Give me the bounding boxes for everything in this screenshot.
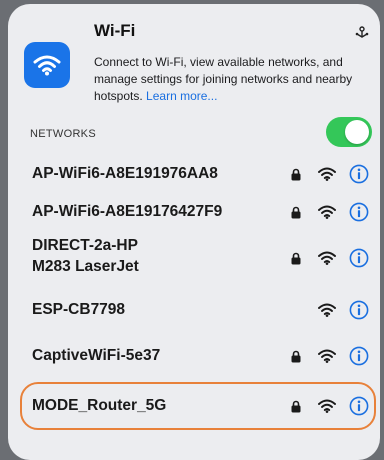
wifi-app-icon <box>24 42 70 88</box>
network-name: ESP-CB7798 <box>32 301 126 318</box>
wifi-signal-icon <box>318 349 336 363</box>
lock-icon <box>291 206 301 219</box>
lock-icon <box>291 400 301 413</box>
info-icon[interactable] <box>349 346 369 366</box>
settings-icon[interactable] <box>354 25 370 41</box>
network-name: MODE_Router_5G <box>32 397 167 414</box>
description-text: Connect to Wi-Fi, view available network… <box>94 55 353 103</box>
network-row[interactable]: ESP-CB7798 <box>8 290 380 334</box>
info-icon[interactable] <box>349 300 369 320</box>
network-row[interactable]: AP-WiFi6-A8E191976AA8 <box>8 154 380 194</box>
wifi-signal-icon <box>318 205 336 219</box>
info-icon[interactable] <box>349 202 369 222</box>
info-icon[interactable] <box>349 164 369 184</box>
wifi-signal-icon <box>318 399 336 413</box>
info-icon[interactable] <box>349 248 369 268</box>
network-name: DIRECT-2a-HP <box>32 237 138 254</box>
wifi-signal-icon <box>318 251 336 265</box>
network-name-line2: M283 LaserJet <box>32 258 139 275</box>
lock-icon <box>291 350 301 363</box>
network-name: AP-WiFi6-A8E19176427F9 <box>32 203 223 220</box>
learn-more-link[interactable]: Learn more... <box>146 89 217 103</box>
network-row[interactable]: AP-WiFi6-A8E19176427F9 <box>8 194 380 234</box>
lock-icon <box>291 252 301 265</box>
lock-icon <box>291 168 301 181</box>
toggle-knob <box>345 120 369 144</box>
network-row-selected[interactable]: MODE_Router_5G <box>8 382 380 430</box>
wifi-panel: Wi-Fi Connect to Wi-Fi, view available n… <box>8 4 380 460</box>
network-row[interactable]: DIRECT-2a-HP M283 LaserJet <box>8 234 380 290</box>
networks-section-label: NETWORKS <box>30 128 96 140</box>
wifi-signal-icon <box>318 303 336 317</box>
info-icon[interactable] <box>349 396 369 416</box>
panel-description: Connect to Wi-Fi, view available network… <box>94 54 360 105</box>
wifi-toggle[interactable] <box>326 117 372 147</box>
wifi-signal-icon <box>318 167 336 181</box>
network-name: CaptiveWiFi-5e37 <box>32 347 161 364</box>
network-row[interactable]: CaptiveWiFi-5e37 <box>8 334 380 378</box>
network-name: AP-WiFi6-A8E191976AA8 <box>32 165 218 182</box>
panel-title: Wi-Fi <box>94 21 136 40</box>
